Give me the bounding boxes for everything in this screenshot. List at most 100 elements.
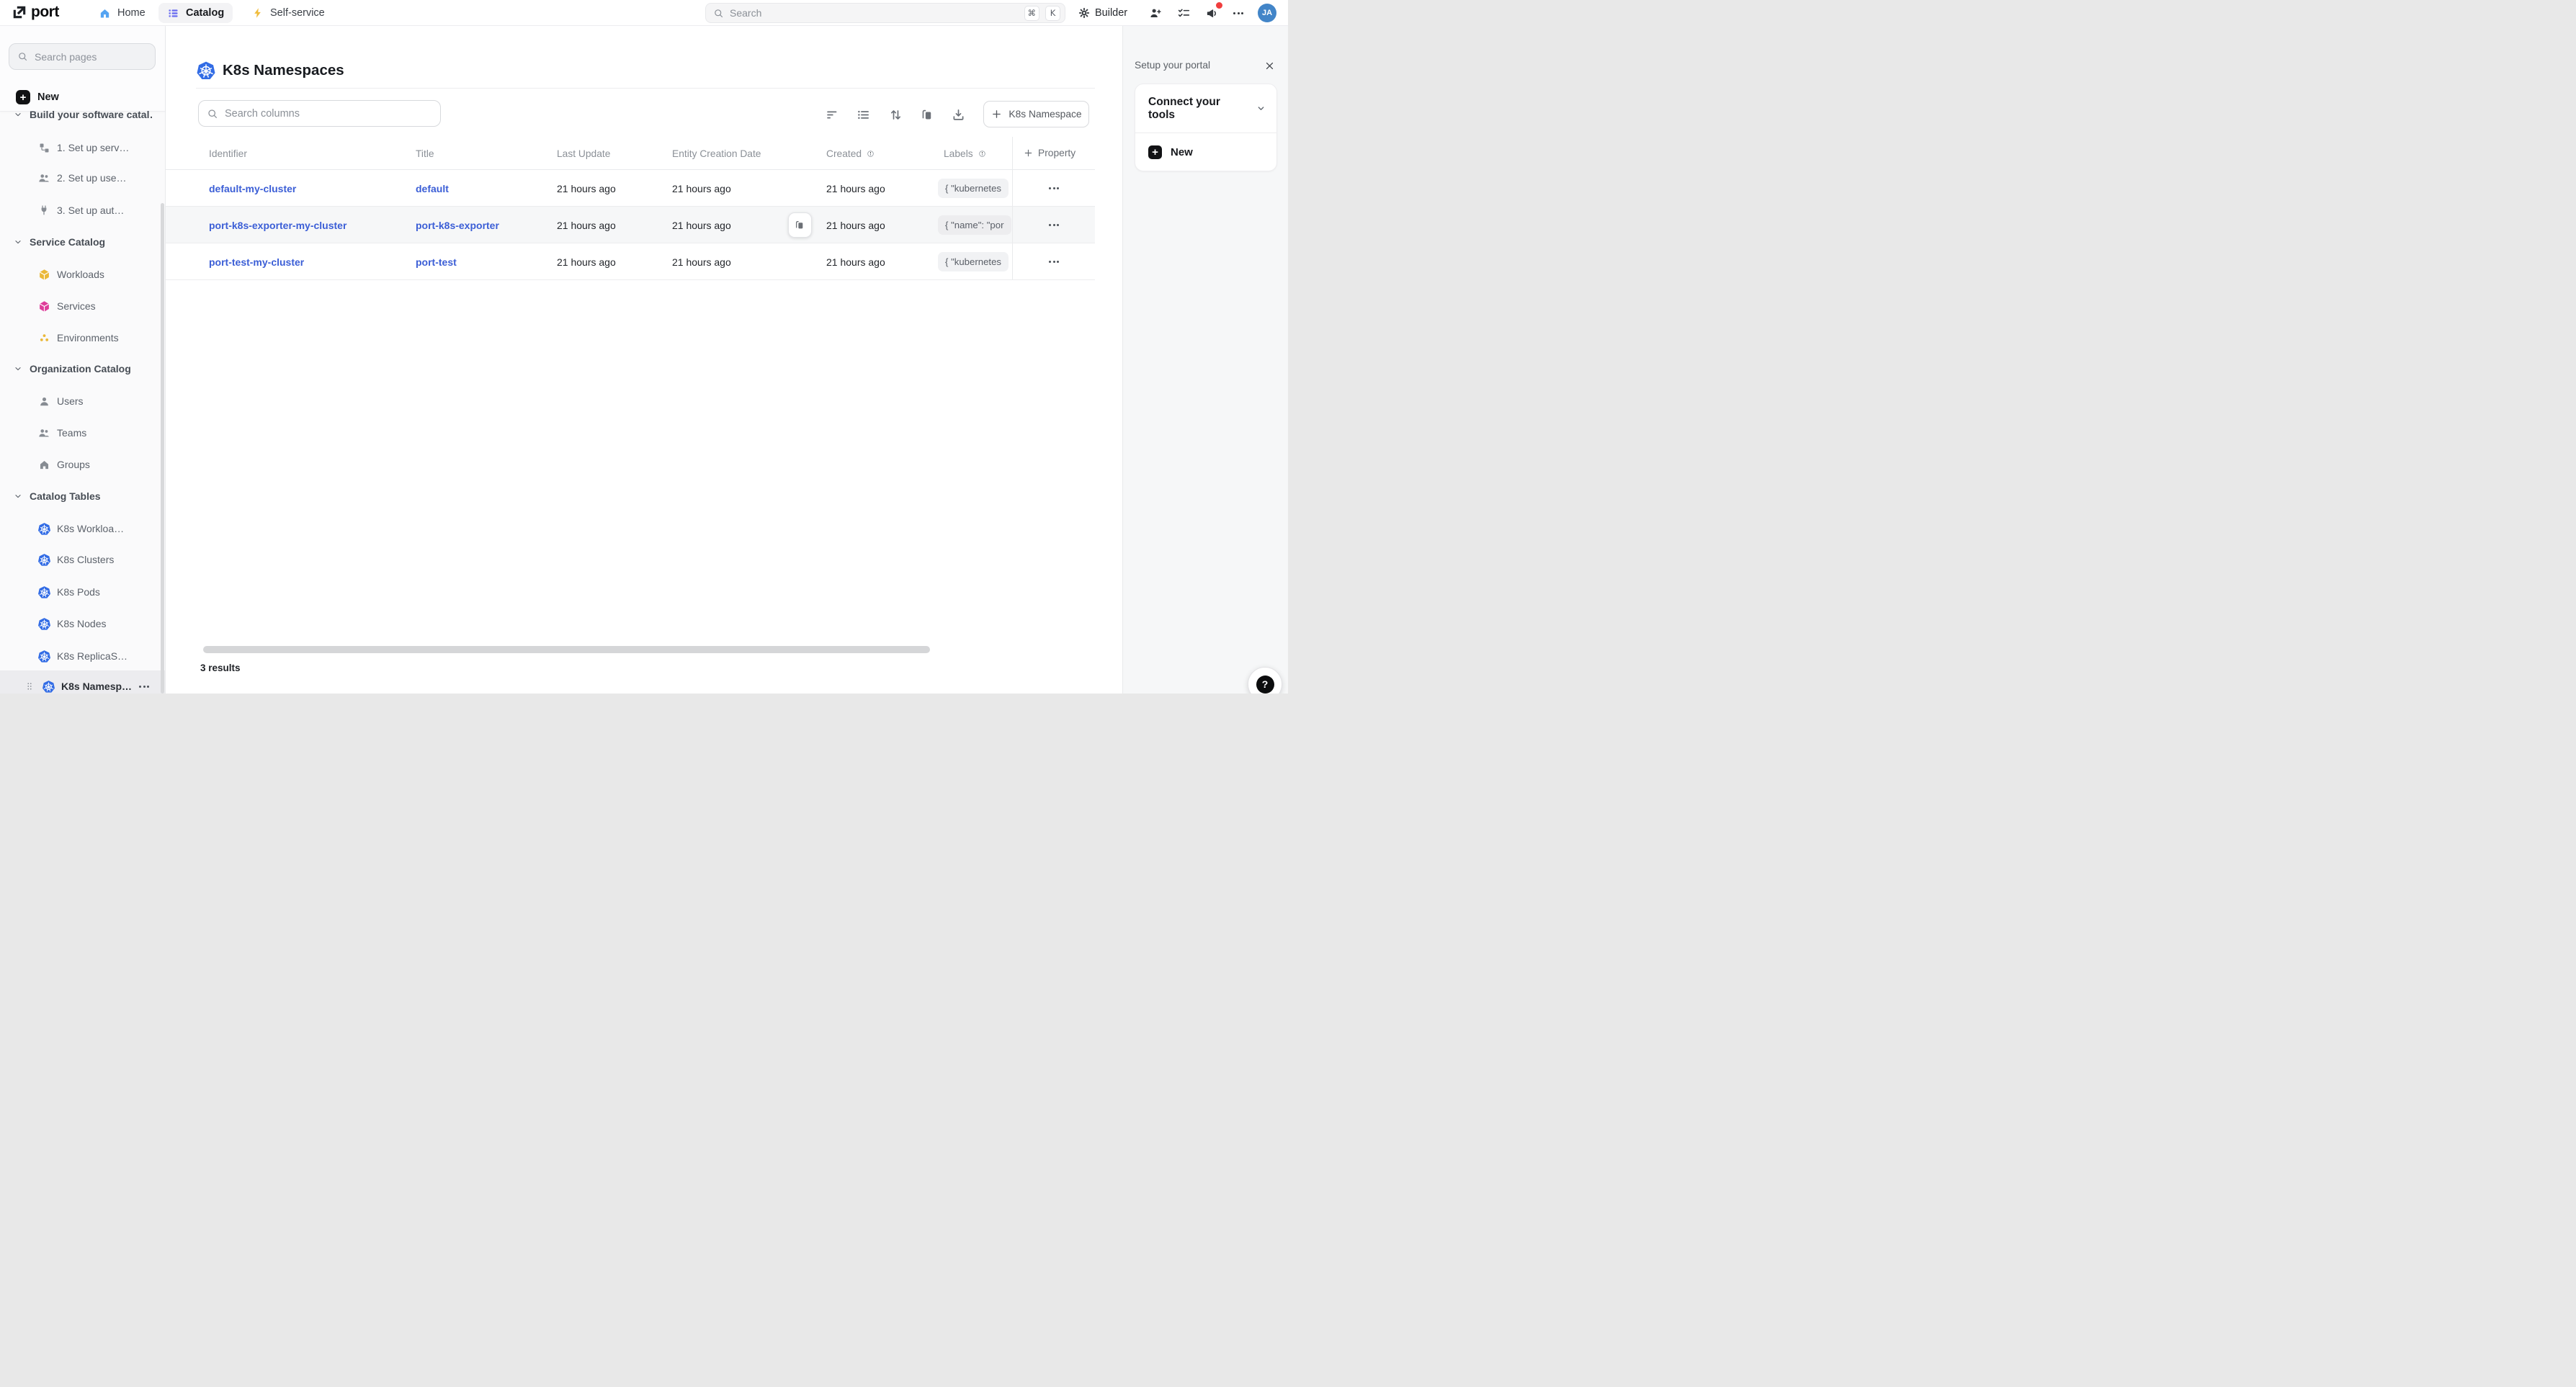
user-avatar[interactable]: JA — [1258, 4, 1276, 22]
title-link[interactable]: port-test — [416, 256, 457, 268]
table-row[interactable]: default-my-cluster default 21 hours ago … — [166, 170, 1095, 207]
sidebar-item-setup-service[interactable]: 1. Set up serv… — [0, 133, 165, 162]
add-k8s-namespace-button[interactable]: K8s Namespace — [983, 101, 1089, 127]
plus-icon — [990, 108, 1003, 120]
sidebar-item-k8s-pods[interactable]: K8s Pods — [0, 578, 165, 606]
sidebar-search[interactable] — [9, 43, 156, 70]
checklist-button[interactable] — [1173, 0, 1194, 26]
table-row[interactable]: port-k8s-exporter-my-cluster port-k8s-ex… — [166, 207, 1095, 243]
column-header-title[interactable]: Title — [416, 137, 434, 170]
row-menu-ellipsis-icon[interactable] — [1045, 183, 1063, 194]
sidebar-item-k8s-workloads[interactable]: K8s Workloa… — [0, 514, 165, 543]
sidebar-item-groups[interactable]: Groups — [0, 450, 165, 479]
people-icon — [37, 171, 50, 184]
last-update-cell: 21 hours ago — [557, 170, 616, 207]
sidebar-item-k8s-nodes[interactable]: K8s Nodes — [0, 609, 165, 638]
title-link[interactable]: default — [416, 183, 449, 194]
created-cell: 21 hours ago — [826, 170, 885, 207]
more-options-button[interactable] — [1227, 0, 1249, 26]
row-menu-ellipsis-icon[interactable] — [1045, 220, 1063, 230]
row-menu-ellipsis-icon[interactable] — [1045, 256, 1063, 267]
column-header-entity-creation-date[interactable]: Entity Creation Date — [672, 137, 761, 170]
nav-home[interactable]: Home — [90, 3, 154, 23]
labels-cell[interactable]: { "kubernetes — [938, 179, 1012, 198]
sidebar-group-catalog-tables[interactable]: Catalog Tables — [0, 482, 165, 511]
column-header-last-update[interactable]: Last Update — [557, 137, 610, 170]
nav-self-service[interactable]: Self-service — [243, 3, 334, 23]
identifier-link[interactable]: port-k8s-exporter-my-cluster — [209, 220, 346, 231]
identifier-link[interactable]: port-test-my-cluster — [209, 256, 304, 268]
sidebar-group-service-catalog[interactable]: Service Catalog — [0, 228, 165, 256]
panel-new-label: New — [1171, 146, 1193, 158]
labels-cell[interactable]: { "kubernetes — [938, 252, 1012, 271]
identifier-link[interactable]: default-my-cluster — [209, 183, 296, 194]
connect-tools-accordion[interactable]: Connect your tools — [1135, 84, 1276, 133]
sidebar-group-label: Catalog Tables — [30, 490, 101, 502]
copy-value-button[interactable] — [788, 212, 812, 238]
sidebar-item-label: Groups — [57, 459, 90, 470]
column-header-created[interactable]: Created — [826, 137, 876, 170]
global-search[interactable]: ⌘ K — [705, 3, 1065, 23]
nav-catalog[interactable]: Catalog — [158, 3, 233, 23]
sidebar-group-label: Service Catalog — [30, 236, 105, 248]
labels-json-pill[interactable]: { "name": "por — [938, 215, 1011, 235]
close-icon — [1264, 60, 1276, 72]
filter-icon — [825, 107, 840, 122]
drag-handle-icon[interactable] — [24, 681, 35, 691]
export-button[interactable] — [949, 105, 967, 124]
panel-new-button[interactable]: + New — [1135, 133, 1276, 171]
column-header-identifier[interactable]: Identifier — [209, 137, 247, 170]
panel-close-button[interactable] — [1260, 56, 1279, 75]
search-columns-input[interactable] — [225, 108, 432, 120]
column-header-labels[interactable]: Labels — [944, 137, 988, 170]
item-menu-ellipsis-icon[interactable] — [139, 686, 149, 688]
global-search-input[interactable] — [730, 7, 1019, 19]
sidebar-item-environments[interactable]: Environments — [0, 323, 165, 352]
sidebar-item-label: Users — [57, 395, 84, 407]
sidebar-search-input[interactable] — [35, 51, 147, 63]
port-logo[interactable]: port — [12, 4, 59, 21]
invite-user-button[interactable] — [1145, 0, 1166, 26]
search-columns-box[interactable] — [198, 100, 441, 127]
org-chart-icon — [37, 142, 50, 154]
labels-json-pill[interactable]: { "kubernetes — [938, 179, 1009, 198]
kubernetes-icon — [37, 650, 50, 663]
sidebar-item-users[interactable]: Users — [0, 387, 165, 416]
sidebar-item-services[interactable]: Services — [0, 292, 165, 320]
sidebar-item-workloads[interactable]: Workloads — [0, 260, 165, 289]
kubernetes-page-icon — [196, 60, 216, 81]
builder-label: Builder — [1095, 7, 1127, 19]
table-horizontal-scrollbar[interactable] — [203, 646, 930, 653]
title-link[interactable]: port-k8s-exporter — [416, 220, 499, 231]
kubernetes-icon — [42, 680, 55, 694]
sidebar-group-label: Organization Catalog — [30, 363, 131, 374]
sidebar-item-setup-users[interactable]: 2. Set up use… — [0, 163, 165, 192]
group-by-button[interactable] — [854, 105, 872, 124]
sidebar-item-k8s-clusters[interactable]: K8s Clusters — [0, 545, 165, 574]
sidebar-group-organization-catalog[interactable]: Organization Catalog — [0, 354, 165, 383]
labels-cell[interactable]: { "name": "por — [938, 215, 1012, 235]
sidebar-item-setup-automations[interactable]: 3. Set up aut… — [0, 196, 165, 225]
sidebar-item-k8s-namespaces[interactable]: K8s Namesp… — [0, 670, 165, 694]
filter-button[interactable] — [823, 105, 841, 124]
copy-view-button[interactable] — [918, 105, 936, 124]
sort-button[interactable] — [886, 105, 905, 124]
copy-icon — [794, 219, 806, 231]
builder-button[interactable]: Builder — [1078, 0, 1127, 26]
sidebar-item-k8s-replicasets[interactable]: K8s ReplicaS… — [0, 642, 165, 670]
download-icon — [951, 107, 966, 122]
labels-json-pill[interactable]: { "kubernetes — [938, 252, 1009, 271]
sidebar-group-build-software-catalog[interactable]: Build your software catal… — [0, 100, 165, 129]
table-row[interactable]: port-test-my-cluster port-test 21 hours … — [166, 243, 1095, 280]
person-add-icon — [1149, 6, 1163, 20]
kubernetes-icon — [37, 522, 50, 536]
sidebar-item-label: Workloads — [57, 269, 104, 280]
chevron-down-icon — [13, 364, 23, 374]
sidebar-scrollbar[interactable] — [161, 203, 164, 694]
sidebar-item-teams[interactable]: Teams — [0, 418, 165, 447]
panel-title: Setup your portal — [1135, 60, 1210, 71]
info-icon — [865, 148, 876, 159]
notification-dot — [1216, 2, 1222, 9]
add-property-button[interactable]: Property — [1012, 137, 1095, 169]
sidebar-item-label: K8s Clusters — [57, 554, 114, 565]
